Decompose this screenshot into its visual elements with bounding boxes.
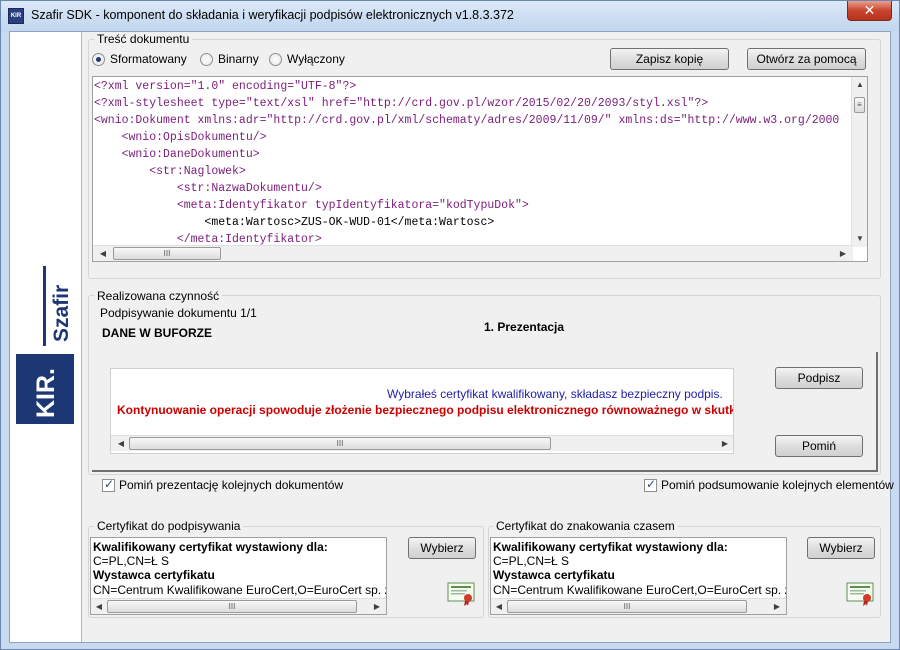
timestamp-cert-issuer-heading: Wystawca certyfikatu <box>493 568 615 582</box>
xml-horizontal-scrollbar[interactable]: ◀ III ▶ <box>93 245 853 261</box>
timestamp-cert-scrollbar[interactable]: ◀ III ▶ <box>491 598 786 614</box>
radio-off[interactable]: Wyłączony <box>269 52 345 66</box>
scroll-right-icon[interactable]: ▶ <box>717 436 733 452</box>
scroll-thumb[interactable]: III <box>507 600 747 613</box>
xml-line: <meta:Identyfikator typIdentyfikatora="k… <box>94 199 529 212</box>
activity-title: Realizowana czynność <box>94 289 223 303</box>
close-button[interactable]: ✕ <box>847 1 892 21</box>
xml-line: <meta:Wartosc>ZUS-OK-WUD-01</meta:Wartos… <box>94 216 495 229</box>
signing-cert-heading: Kwalifikowany certyfikat wystawiony dla: <box>93 540 328 554</box>
scroll-right-icon[interactable]: ▶ <box>769 599 785 614</box>
info-message: Wybrałeś certyfikat kwalifikowany, skład… <box>387 387 723 401</box>
step-label: 1. Prezentacja <box>484 320 565 334</box>
skip-button[interactable]: Pomiń <box>775 435 863 457</box>
scroll-up-icon[interactable]: ▲ <box>852 77 867 93</box>
scroll-thumb[interactable]: ≡ <box>854 97 865 113</box>
title-bar[interactable]: KIR Szafir SDK - komponent do składania … <box>1 1 899 31</box>
radio-off-indicator[interactable] <box>269 52 282 66</box>
szafir-logo-text: Szafir <box>50 284 73 342</box>
signing-cert-title: Certyfikat do podpisywania <box>94 519 244 533</box>
progress-label: Podpisywanie dokumentu 1/1 <box>100 306 257 320</box>
timestamp-cert-heading: Kwalifikowany certyfikat wystawiony dla: <box>493 540 728 554</box>
xml-line: <wnio:DaneDokumentu> <box>94 148 260 161</box>
xml-vertical-scrollbar[interactable]: ▲ ≡ ▼ <box>851 77 867 247</box>
xml-line: <wnio:Dokument xmlns:adr="http://crd.gov… <box>94 114 840 127</box>
radio-formatted[interactable]: Sformatowany <box>92 52 187 66</box>
szafir-logo: Szafir <box>46 280 76 350</box>
client-area: Szafir KIR. Treść dokumentu Sformatowany… <box>9 31 894 643</box>
skip-summary-box[interactable] <box>644 477 657 492</box>
scroll-thumb[interactable]: III <box>107 600 357 613</box>
scroll-left-icon[interactable]: ◀ <box>95 246 111 261</box>
scroll-right-icon[interactable]: ▶ <box>369 599 385 614</box>
signing-cert-issuer-heading: Wystawca certyfikatu <box>93 568 215 582</box>
document-content-title: Treść dokumentu <box>94 32 193 46</box>
message-horizontal-scrollbar[interactable]: ◀ III ▶ <box>111 435 733 452</box>
window-title: Szafir SDK - komponent do składania i we… <box>31 8 514 22</box>
skip-summary-label: Pomiń podsumowanie kolejnych elementów <box>661 478 894 492</box>
skip-summary-checkbox[interactable]: Pomiń podsumowanie kolejnych elementów <box>644 477 894 492</box>
scroll-left-icon[interactable]: ◀ <box>491 599 507 614</box>
signing-cert-issuer: CN=Centrum Kwalifikowane EuroCert,O=Euro… <box>93 583 387 597</box>
app-icon: KIR <box>8 8 24 24</box>
app-window: KIR Szafir SDK - komponent do składania … <box>0 0 900 650</box>
open-with-button[interactable]: Otwórz za pomocą <box>747 48 866 70</box>
scroll-left-icon[interactable]: ◀ <box>113 436 129 452</box>
signing-cert-box: Kwalifikowany certyfikat wystawiony dla:… <box>90 537 387 615</box>
sign-button[interactable]: Podpisz <box>775 367 863 389</box>
radio-binary-label: Binarny <box>218 52 259 66</box>
scroll-thumb[interactable]: III <box>113 247 221 260</box>
kir-logo: KIR. <box>16 354 74 424</box>
xml-line: <?xml-stylesheet type="text/xsl" href="h… <box>94 97 709 110</box>
timestamp-cert-box: Kwalifikowany certyfikat wystawiony dla:… <box>490 537 787 615</box>
skip-presentation-label: Pomiń prezentację kolejnych dokumentów <box>119 478 344 492</box>
certificate-icon <box>447 582 475 606</box>
scroll-left-icon[interactable]: ◀ <box>91 599 107 614</box>
logo-strip: Szafir KIR. <box>10 32 82 642</box>
choose-signing-cert-button[interactable]: Wybierz <box>408 537 476 559</box>
timestamp-cert-title: Certyfikat do znakowania czasem <box>493 519 678 533</box>
xml-viewer[interactable]: <?xml version="1.0" encoding="UTF-8"?> <… <box>92 76 868 262</box>
warning-message: Kontynuowanie operacji spowoduje złożeni… <box>117 403 734 417</box>
xml-lines: <?xml version="1.0" encoding="UTF-8"?> <… <box>93 78 853 246</box>
buffer-label: DANE W BUFORZE <box>102 326 212 340</box>
radio-formatted-indicator[interactable] <box>92 52 105 66</box>
timestamp-cert-subject: C=PL,CN=Ł S <box>493 554 570 568</box>
certificate-icon <box>846 582 874 606</box>
signing-cert-subject: C=PL,CN=Ł S <box>93 554 170 568</box>
choose-timestamp-cert-button[interactable]: Wybierz <box>807 537 875 559</box>
xml-line: <str:Naglowek> <box>94 165 246 178</box>
xml-line: </meta:Identyfikator> <box>94 233 322 246</box>
radio-off-label: Wyłączony <box>287 52 345 66</box>
xml-line: <str:NazwaDokumentu/> <box>94 182 322 195</box>
xml-line: <wnio:OpisDokumentu/> <box>94 131 267 144</box>
skip-presentation-checkbox[interactable]: Pomiń prezentację kolejnych dokumentów <box>102 477 344 492</box>
skip-presentation-box[interactable] <box>102 477 115 492</box>
radio-binary[interactable]: Binarny <box>200 52 259 66</box>
scroll-thumb[interactable]: III <box>129 437 551 450</box>
radio-formatted-label: Sformatowany <box>110 52 187 66</box>
scroll-right-icon[interactable]: ▶ <box>835 246 851 261</box>
xml-line: <?xml version="1.0" encoding="UTF-8"?> <box>94 80 357 93</box>
kir-logo-text: KIR. <box>32 368 60 418</box>
signing-cert-scrollbar[interactable]: ◀ III ▶ <box>91 598 386 614</box>
timestamp-cert-issuer: CN=Centrum Kwalifikowane EuroCert,O=Euro… <box>493 583 787 597</box>
radio-binary-indicator[interactable] <box>200 52 213 66</box>
scroll-down-icon[interactable]: ▼ <box>852 231 867 247</box>
message-box: Wybrałeś certyfikat kwalifikowany, skład… <box>110 368 734 454</box>
save-copy-button[interactable]: Zapisz kopię <box>610 48 729 70</box>
